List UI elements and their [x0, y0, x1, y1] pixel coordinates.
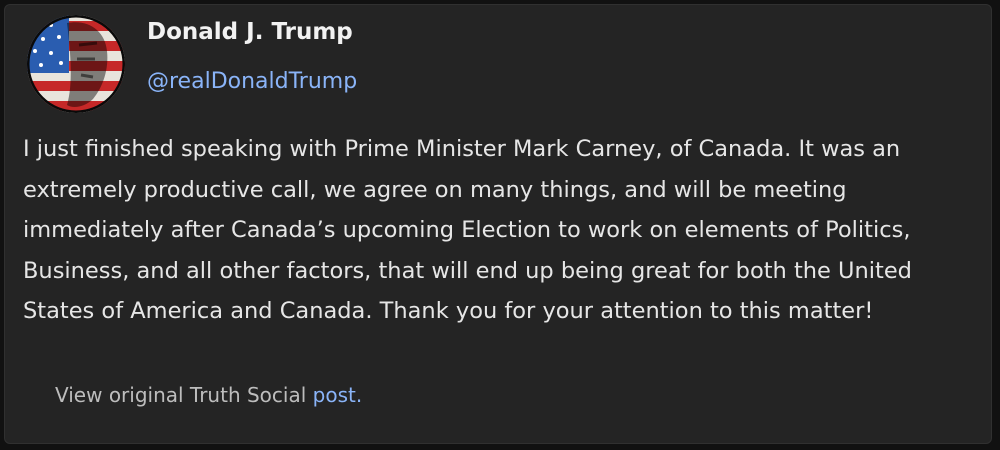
- author-handle[interactable]: @realDonaldTrump: [147, 69, 357, 94]
- author-name[interactable]: Donald J. Trump: [147, 19, 353, 45]
- flag-face-avatar-icon: [27, 15, 125, 113]
- source-footer-text: View original Truth Social: [55, 383, 313, 407]
- avatar[interactable]: [27, 15, 125, 113]
- post-card: Donald J. Trump @realDonaldTrump I just …: [4, 4, 992, 444]
- post-text: I just finished speaking with Prime Mini…: [23, 136, 912, 324]
- source-footer: View original Truth Social post.: [55, 383, 362, 407]
- original-post-link[interactable]: post.: [313, 383, 363, 407]
